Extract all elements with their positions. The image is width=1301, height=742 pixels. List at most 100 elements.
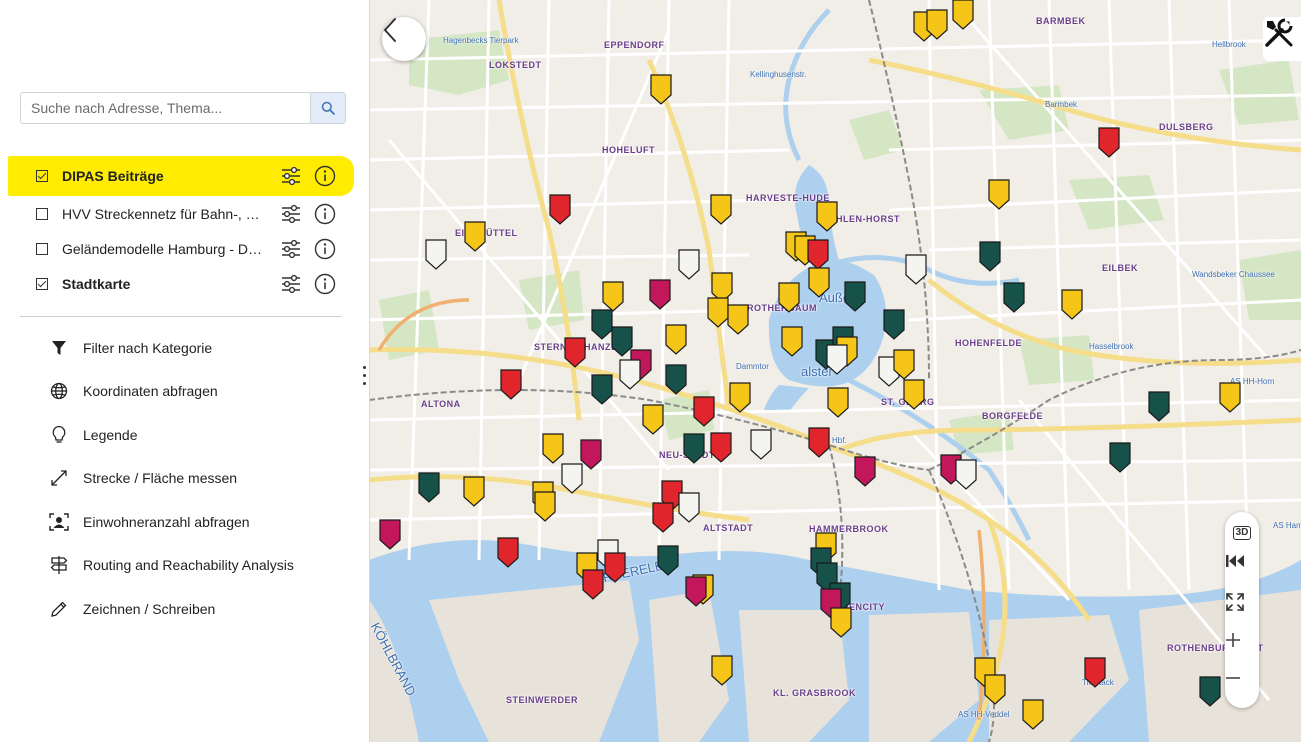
contribution-marker-red[interactable]	[564, 337, 586, 368]
contribution-marker-yellow[interactable]	[602, 281, 624, 312]
contribution-marker-red[interactable]	[500, 369, 522, 400]
sidebar-resize-handle[interactable]	[363, 366, 367, 388]
contribution-marker-yellow[interactable]	[707, 297, 729, 328]
contribution-marker-yellow[interactable]	[816, 201, 838, 232]
contribution-marker-magenta[interactable]	[649, 279, 671, 310]
contribution-marker-red[interactable]	[808, 427, 830, 458]
tool-item[interactable]: Legende	[48, 421, 138, 449]
contribution-marker-teal[interactable]	[1148, 391, 1170, 422]
contribution-marker-red[interactable]	[1084, 657, 1106, 688]
layer-checkbox[interactable]	[36, 207, 48, 220]
contribution-marker-white[interactable]	[678, 249, 700, 280]
contribution-marker-yellow[interactable]	[729, 382, 751, 413]
contribution-marker-yellow[interactable]	[952, 0, 974, 30]
contribution-marker-red[interactable]	[807, 239, 829, 270]
info-icon[interactable]	[314, 165, 336, 187]
contribution-marker-yellow[interactable]	[1219, 382, 1241, 413]
sliders-icon[interactable]	[280, 273, 302, 295]
fullscreen-button[interactable]	[1225, 592, 1259, 626]
contribution-marker-yellow[interactable]	[903, 379, 925, 410]
contribution-marker-yellow[interactable]	[542, 433, 564, 464]
sliders-icon[interactable]	[280, 203, 302, 225]
contribution-marker-white[interactable]	[826, 344, 848, 375]
layer-row[interactable]: Geländemodelle Hamburg - DGM	[8, 231, 354, 266]
contribution-marker-red[interactable]	[549, 194, 571, 225]
contribution-marker-red[interactable]	[693, 396, 715, 427]
map-view[interactable]: LOKSTEDT EPPENDORF HOHELUFT HARVESTE-HUDE UH…	[369, 0, 1301, 742]
search-button[interactable]	[310, 93, 345, 123]
sliders-icon[interactable]	[280, 238, 302, 260]
info-icon[interactable]	[314, 238, 336, 260]
layer-checkbox[interactable]	[36, 277, 48, 290]
contribution-marker-yellow[interactable]	[534, 491, 556, 522]
contribution-marker-teal[interactable]	[611, 326, 633, 357]
contribution-marker-yellow[interactable]	[665, 324, 687, 355]
tool-item[interactable]: Einwohneranzahl abfragen	[48, 508, 250, 536]
collapse-sidebar-button[interactable]	[382, 17, 426, 61]
contribution-marker-white[interactable]	[619, 359, 641, 390]
contribution-marker-yellow[interactable]	[711, 655, 733, 686]
contribution-marker-white[interactable]	[561, 463, 583, 494]
contribution-marker-yellow[interactable]	[1022, 699, 1044, 730]
contribution-marker-red[interactable]	[582, 569, 604, 600]
contribution-marker-yellow[interactable]	[642, 404, 664, 435]
contribution-marker-teal[interactable]	[883, 309, 905, 340]
contribution-marker-yellow[interactable]	[808, 267, 830, 298]
contribution-marker-red[interactable]	[652, 502, 674, 533]
contribution-marker-teal[interactable]	[665, 364, 687, 395]
tool-item[interactable]: Zeichnen / Schreiben	[48, 595, 215, 623]
layer-row[interactable]: HVV Streckennetz für Bahn-, Bus- und Fäh…	[8, 196, 354, 231]
contribution-marker-magenta[interactable]	[854, 456, 876, 487]
contribution-marker-yellow[interactable]	[781, 326, 803, 357]
contribution-marker-yellow[interactable]	[464, 221, 486, 252]
contribution-marker-yellow[interactable]	[827, 387, 849, 418]
contribution-marker-teal[interactable]	[591, 374, 613, 405]
tool-item[interactable]: Filter nach Kategorie	[48, 334, 212, 362]
zoom-in-button[interactable]	[1225, 632, 1259, 666]
contribution-marker-teal[interactable]	[683, 433, 705, 464]
info-icon[interactable]	[314, 273, 336, 295]
info-icon[interactable]	[314, 203, 336, 225]
contribution-marker-yellow[interactable]	[650, 74, 672, 105]
layer-row[interactable]: Stadtkarte	[8, 266, 354, 301]
contribution-marker-yellow[interactable]	[1061, 289, 1083, 320]
sliders-icon[interactable]	[280, 165, 302, 187]
contribution-marker-white[interactable]	[905, 254, 927, 285]
contribution-marker-teal[interactable]	[657, 545, 679, 576]
contribution-marker-yellow[interactable]	[710, 194, 732, 225]
tool-item[interactable]: Strecke / Fläche messen	[48, 464, 237, 492]
contribution-marker-yellow[interactable]	[984, 674, 1006, 705]
zoom-out-button[interactable]	[1225, 670, 1259, 704]
tools-menu-button[interactable]	[1263, 17, 1301, 61]
contribution-marker-magenta[interactable]	[379, 519, 401, 550]
contribution-marker-red[interactable]	[497, 537, 519, 568]
tool-item[interactable]: Koordinaten abfragen	[48, 377, 218, 405]
contribution-marker-yellow[interactable]	[778, 282, 800, 313]
contribution-marker-red[interactable]	[710, 432, 732, 463]
contribution-marker-white[interactable]	[955, 459, 977, 490]
contribution-marker-teal[interactable]	[1003, 282, 1025, 313]
contribution-marker-teal[interactable]	[591, 309, 613, 340]
contribution-marker-teal[interactable]	[844, 281, 866, 312]
contribution-marker-red[interactable]	[1098, 127, 1120, 158]
contribution-marker-yellow[interactable]	[463, 476, 485, 507]
contribution-marker-yellow[interactable]	[988, 179, 1010, 210]
layer-row[interactable]: DIPAS Beiträge	[8, 156, 354, 196]
layer-checkbox[interactable]	[36, 242, 48, 255]
contribution-marker-teal[interactable]	[1199, 676, 1221, 707]
contribution-marker-red[interactable]	[604, 552, 626, 583]
tool-item[interactable]: Routing and Reachability Analysis	[48, 551, 294, 579]
contribution-marker-yellow[interactable]	[727, 304, 749, 335]
contribution-marker-teal[interactable]	[979, 241, 1001, 272]
contribution-marker-teal[interactable]	[1109, 442, 1131, 473]
contribution-marker-yellow[interactable]	[830, 607, 852, 638]
reset-view-button[interactable]	[1225, 554, 1259, 588]
contribution-marker-magenta[interactable]	[580, 439, 602, 470]
3d-button[interactable]: 3D	[1225, 516, 1259, 550]
contribution-marker-white[interactable]	[750, 429, 772, 460]
contribution-marker-white[interactable]	[678, 492, 700, 523]
contribution-marker-teal[interactable]	[418, 472, 440, 503]
contribution-marker-white[interactable]	[425, 239, 447, 270]
search-input[interactable]	[21, 93, 310, 123]
layer-checkbox[interactable]	[36, 170, 48, 182]
